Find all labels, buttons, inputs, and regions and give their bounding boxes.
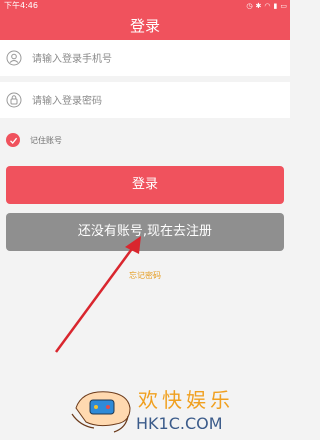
watermark-brand: 欢快娱乐 (138, 388, 234, 412)
watermark-site: HK1C.COM (136, 414, 223, 433)
annotation-arrow (54, 236, 141, 353)
